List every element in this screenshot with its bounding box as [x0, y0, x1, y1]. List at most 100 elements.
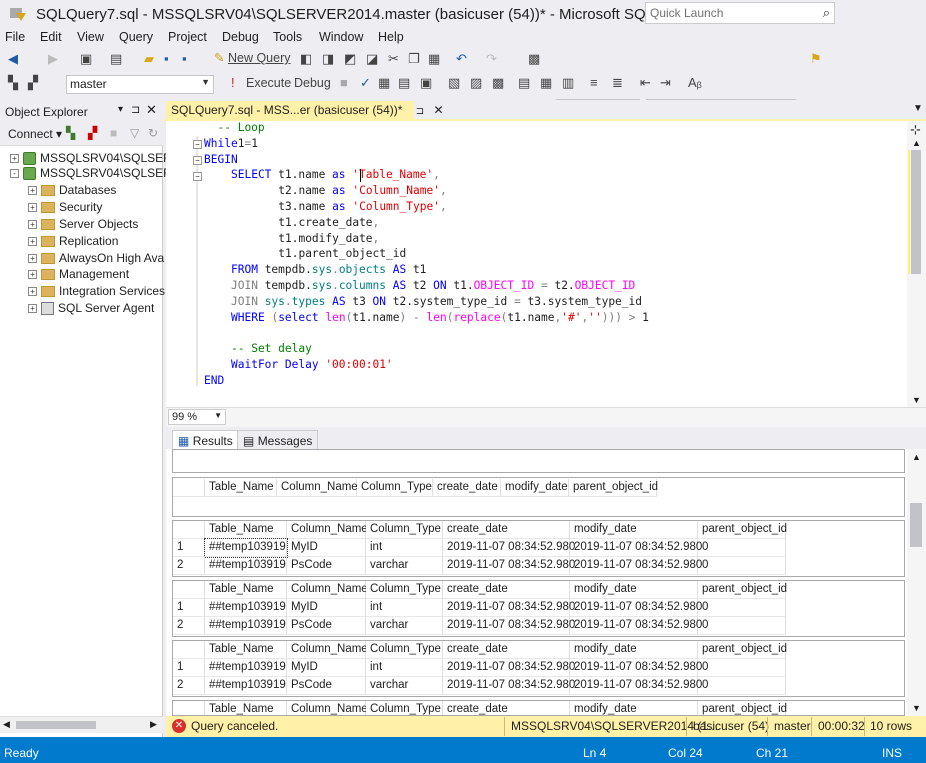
column-header[interactable]: Column_Type [357, 479, 433, 497]
column-header[interactable]: Table_Name [205, 479, 277, 497]
column-header[interactable]: Table_Name [205, 521, 287, 539]
table-cell[interactable]: 0 [698, 677, 786, 695]
uncomment-icon[interactable]: ≣ [612, 75, 623, 91]
menu-window[interactable]: Window [319, 30, 363, 44]
table-cell[interactable]: 0 [698, 557, 786, 575]
oe-horizontal-scrollbar[interactable]: ◀ ▶ [0, 716, 163, 733]
table-cell[interactable]: ##temp103919 [205, 677, 287, 695]
menu-tools[interactable]: Tools [273, 30, 302, 44]
back-icon[interactable]: ◀ [8, 51, 18, 67]
table-cell[interactable]: PsCode [287, 617, 366, 635]
menu-debug[interactable]: Debug [222, 30, 259, 44]
results-vertical-scrollbar[interactable] [907, 449, 926, 716]
tree-node-replication[interactable]: + Replication [28, 234, 118, 248]
new-query-button[interactable]: ✎ New Query [214, 50, 291, 65]
table-cell[interactable]: 2019-11-07 08:34:52.980 [570, 677, 702, 695]
expand-icon[interactable]: + [28, 270, 37, 280]
undo-icon[interactable]: ↶ [456, 51, 467, 67]
column-header[interactable]: Table_Name [205, 581, 287, 599]
row-header-corner[interactable] [173, 581, 205, 599]
mdx-query-icon[interactable]: ◧ [300, 51, 312, 67]
column-header[interactable]: create_date [443, 521, 570, 539]
table-cell[interactable]: int [366, 659, 443, 677]
tree-node-security[interactable]: + Security [28, 200, 102, 214]
row-header-corner[interactable] [173, 641, 205, 659]
comment-icon[interactable]: ≡ [590, 75, 598, 90]
paste-icon[interactable]: ▦ [428, 51, 440, 67]
column-header[interactable]: parent_object_id [698, 641, 787, 659]
scroll-thumb[interactable] [910, 503, 922, 547]
tree-node-server-1[interactable]: + MSSQLSRV04\SQLSERVI [10, 151, 183, 166]
table-cell[interactable]: 2019-11-07 08:34:52.980 [570, 659, 702, 677]
database-select[interactable]: master ▼ [66, 75, 214, 94]
table-cell[interactable]: varchar [366, 557, 443, 575]
expand-icon[interactable]: + [28, 220, 37, 230]
table-cell[interactable]: varchar [366, 617, 443, 635]
parse-check-icon[interactable]: ✓ [360, 75, 371, 91]
expand-icon[interactable]: + [28, 186, 37, 196]
tab-messages[interactable]: ▤ Messages [237, 430, 319, 450]
row-number[interactable]: 2 [173, 617, 205, 635]
table-cell[interactable]: PsCode [287, 677, 366, 695]
column-header[interactable]: create_date [433, 479, 501, 497]
column-header[interactable]: Table_Name [205, 701, 287, 715]
tree-node-sql-agent[interactable]: + SQL Server Agent [28, 301, 154, 316]
table-cell[interactable]: 2019-11-07 08:34:52.980 [443, 557, 575, 575]
activity-monitor-icon[interactable]: ▩ [528, 51, 540, 67]
tab-results[interactable]: ▦ Results [172, 430, 239, 450]
display-plan-icon[interactable]: ▦ [378, 75, 390, 91]
table-cell[interactable]: 2019-11-07 08:34:52.980 [443, 677, 575, 695]
column-header[interactable]: create_date [443, 581, 570, 599]
column-header[interactable]: Column_Name [287, 641, 368, 659]
scroll-down-icon[interactable]: ▼ [912, 395, 921, 405]
close-icon[interactable]: ✕ [433, 103, 443, 117]
client-stats-icon[interactable]: ▩ [492, 75, 504, 91]
column-header[interactable]: create_date [443, 641, 570, 659]
tab-dropdown-icon[interactable]: ▼ [913, 103, 923, 114]
decrease-indent-icon[interactable]: ⇤ [640, 75, 651, 91]
row-header-corner[interactable] [173, 701, 205, 715]
forward-icon[interactable]: ▶ [48, 51, 58, 67]
column-header[interactable]: Column_Name [287, 701, 368, 715]
close-icon[interactable]: ✕ [146, 102, 157, 118]
table-cell[interactable]: 2019-11-07 08:34:52.980 [443, 659, 575, 677]
table-cell[interactable]: 2019-11-07 08:34:52.980 [443, 539, 575, 557]
expand-icon[interactable]: + [28, 287, 37, 297]
xmla-query-icon[interactable]: ◩ [344, 51, 356, 67]
connect-button[interactable]: Connect ▾ [8, 127, 62, 141]
table-cell[interactable]: 2019-11-07 08:34:52.980 [443, 599, 575, 617]
copy-icon[interactable]: ❐ [408, 51, 420, 67]
column-header[interactable]: Column_Name [287, 521, 368, 539]
redo-icon[interactable]: ↷ [486, 51, 497, 67]
table-cell[interactable]: int [366, 599, 443, 617]
scroll-right-icon[interactable]: ▶ [150, 719, 157, 730]
execute-button[interactable]: Execute [246, 76, 291, 90]
disconnect-icon[interactable]: ▞ [28, 75, 38, 91]
collapse-icon[interactable]: - [10, 169, 19, 179]
row-header-corner[interactable] [173, 521, 205, 539]
table-cell[interactable]: MyID [287, 599, 366, 617]
refresh-icon[interactable]: ↻ [148, 126, 158, 140]
table-cell[interactable]: 2019-11-07 08:34:52.980 [570, 539, 702, 557]
connect-icon[interactable]: ▚ [8, 75, 18, 91]
table-cell[interactable]: 2019-11-07 08:34:52.980 [443, 617, 575, 635]
stop-icon[interactable]: ■ [110, 126, 117, 140]
new-file-icon[interactable]: ▤ [110, 51, 122, 67]
table-cell[interactable]: ##temp103919 [205, 617, 287, 635]
table-cell[interactable]: 0 [698, 659, 786, 677]
table-cell[interactable]: 2019-11-07 08:34:52.980 [570, 617, 702, 635]
column-header[interactable]: modify_date [570, 581, 698, 599]
table-cell[interactable]: MyID [287, 539, 366, 557]
table-cell[interactable]: ##temp103919 [204, 538, 288, 558]
save-all-icon[interactable]: ▪ [182, 51, 187, 66]
expand-icon[interactable]: + [10, 154, 19, 164]
column-header[interactable]: parent_object_id [698, 701, 787, 715]
column-header[interactable]: parent_object_id [698, 581, 787, 599]
column-header[interactable]: modify_date [570, 701, 698, 715]
table-cell[interactable]: varchar [366, 677, 443, 695]
column-header[interactable]: parent_object_id [698, 521, 787, 539]
table-cell[interactable]: int [366, 539, 443, 557]
tree-node-server-2[interactable]: - MSSQLSRV04\SQLSERVI [10, 166, 183, 181]
row-number[interactable]: 1 [173, 659, 205, 677]
intellisense-icon[interactable]: ▣ [420, 75, 432, 91]
